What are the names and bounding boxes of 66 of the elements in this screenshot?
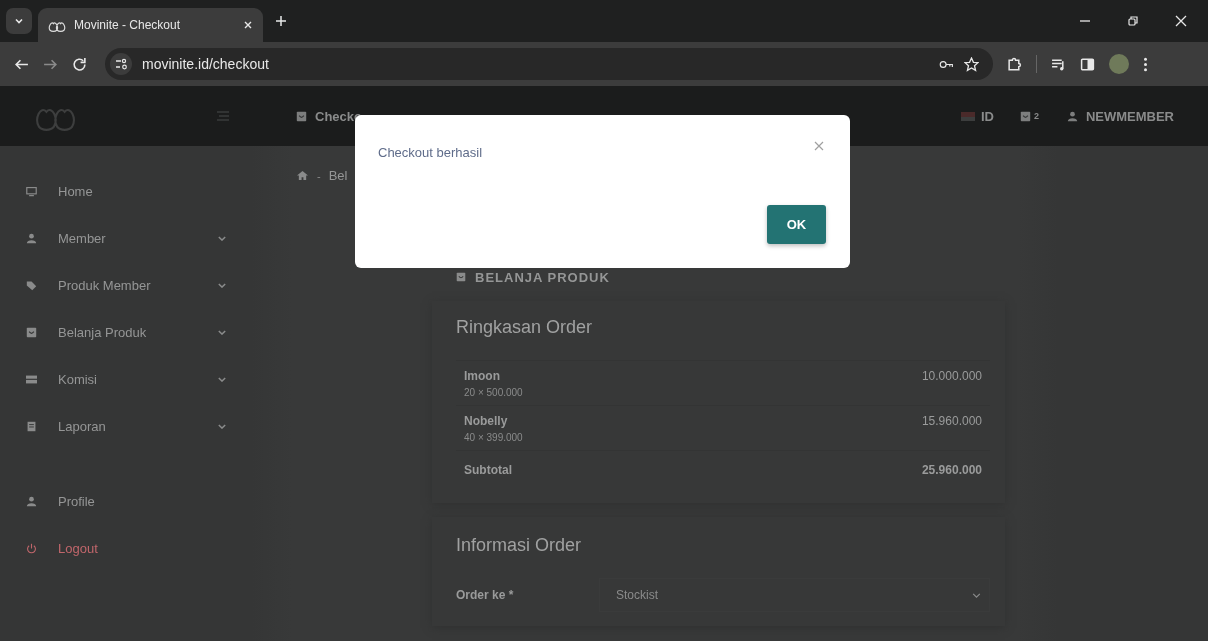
subtotal-label: Subtotal [464, 463, 512, 479]
sidebar-item[interactable]: Member [26, 215, 226, 262]
cart-count: 2 [1033, 110, 1039, 121]
sidebar-item[interactable]: Profile [26, 478, 226, 525]
dialog-message: Checkout berhasil [378, 145, 483, 160]
card-icon [26, 374, 37, 385]
more-icon[interactable] [1143, 56, 1148, 72]
field-label: Order ke * [456, 588, 515, 602]
card-title: Informasi Order [456, 535, 583, 556]
line-amount: 10.000.000 [921, 369, 982, 385]
product-name: Imoon [464, 369, 501, 383]
puzzle-icon[interactable] [1007, 56, 1022, 72]
sidebar-label: Profile [58, 494, 96, 509]
sidebar-label: Produk Member [58, 278, 152, 293]
sidebar-label: Belanja Produk [58, 325, 148, 340]
sidebar-label: Laporan [58, 419, 107, 434]
tab-list-button[interactable] [6, 8, 32, 34]
restore-icon[interactable] [1127, 15, 1139, 27]
home-icon[interactable] [296, 170, 309, 181]
card-title: Ringkasan Order [456, 317, 594, 338]
person-icon [1066, 110, 1078, 122]
sidebar-item[interactable]: Laporan [26, 403, 226, 450]
language-label[interactable]: ID [980, 108, 994, 124]
media-queue-icon[interactable] [1051, 56, 1066, 72]
bag-icon [456, 272, 466, 282]
address-bar[interactable]: movinite.id/checkout [105, 48, 993, 80]
sidebar-label: Komisi [58, 372, 98, 387]
address-text: movinite.id/checkout [142, 56, 269, 72]
monitor-icon [26, 186, 37, 197]
person-icon [26, 496, 37, 507]
user-name[interactable]: NEWMEMBER [1085, 108, 1174, 124]
document-icon [26, 421, 37, 432]
bag-icon [1019, 110, 1031, 122]
sidebar-item[interactable]: Produk Member [26, 262, 226, 309]
bag-icon [296, 110, 307, 122]
sidebar-label: Member [58, 231, 107, 246]
subtotal-amount: 25.960.000 [921, 463, 982, 479]
chevron-down-icon [14, 16, 24, 26]
line-amount: 15.960.000 [921, 414, 982, 430]
bag-icon [26, 327, 37, 338]
quantity-price: 20 × 500.000 [464, 387, 523, 398]
sidebar-label: Home [58, 184, 94, 199]
site-settings-icon[interactable] [110, 53, 132, 75]
quantity-price: 40 × 399.000 [464, 432, 523, 443]
sidebar-item[interactable]: Komisi [26, 356, 226, 403]
avatar[interactable] [1109, 54, 1129, 74]
breadcrumb-separator: - [317, 169, 321, 182]
ok-button[interactable]: OK [767, 205, 826, 244]
breadcrumb-link[interactable]: Bel [328, 168, 348, 183]
page-heading: BELANJA PRODUK [475, 269, 610, 285]
sidebar-item[interactable]: Belanja Produk [26, 309, 226, 356]
star-icon[interactable] [964, 56, 979, 72]
sidebar-item[interactable]: Home [26, 168, 226, 215]
tag-icon [26, 280, 37, 291]
sidebar-item[interactable]: Logout [26, 525, 226, 572]
tab-title: Movinite - Checkout [74, 18, 182, 32]
chevron-down-icon [972, 592, 981, 598]
reload-icon[interactable] [72, 56, 87, 72]
flag-icon [960, 111, 975, 121]
sidebar-label: Logout [58, 541, 99, 556]
side-panel-icon[interactable] [1080, 56, 1095, 72]
new-tab-icon[interactable] [275, 15, 287, 27]
product-name: Nobelly [464, 414, 509, 428]
person-icon [26, 233, 37, 244]
power-icon [26, 543, 37, 554]
browser-tab[interactable]: Movinite - Checkout [38, 8, 263, 42]
